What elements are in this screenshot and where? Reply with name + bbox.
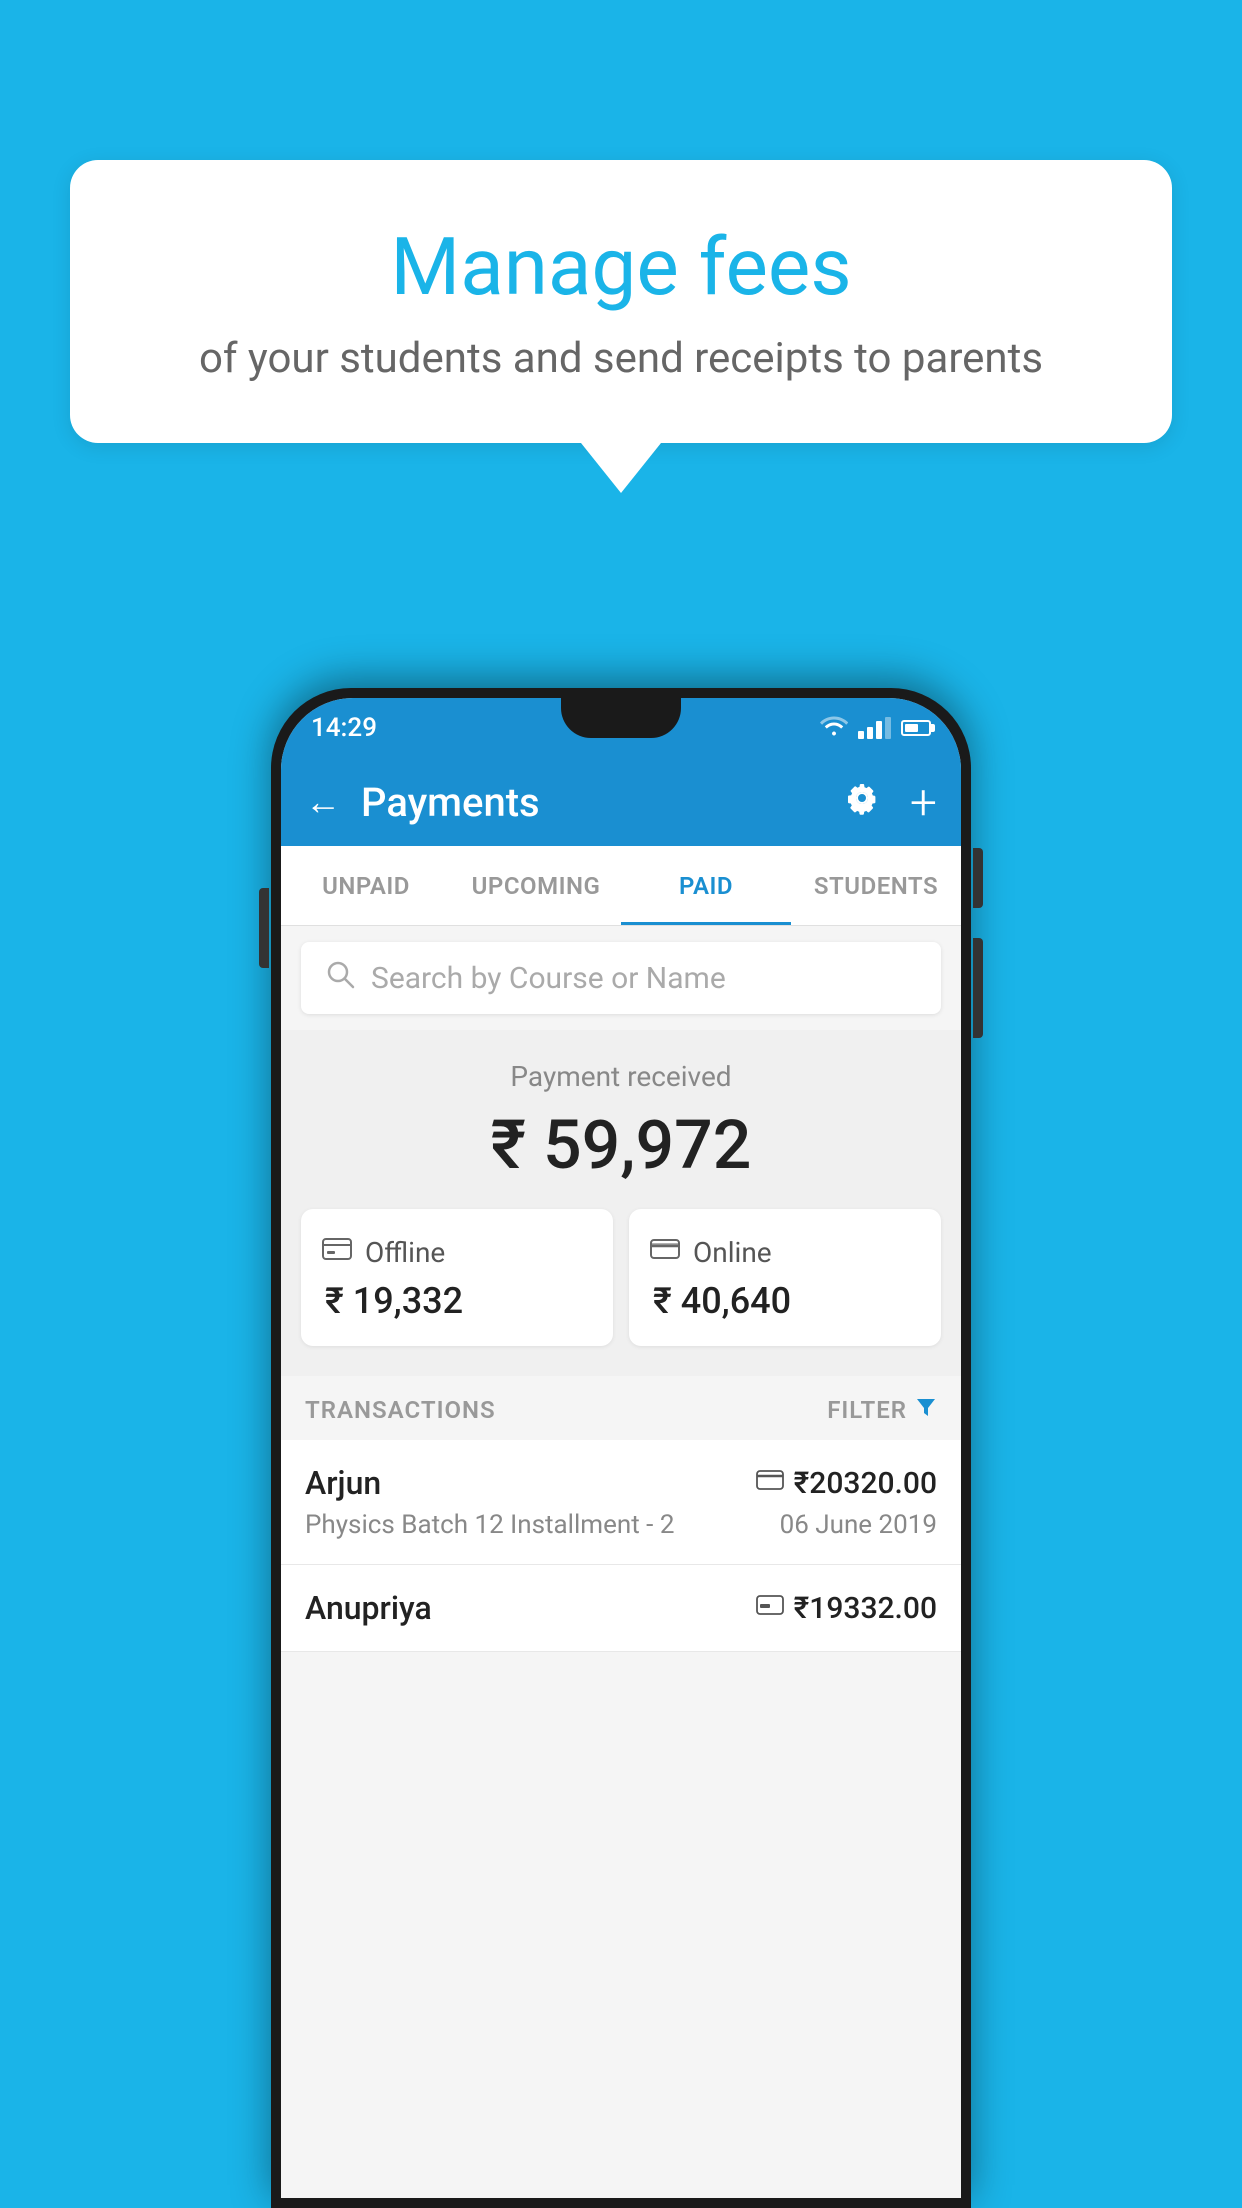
online-amount: ₹ 40,640 [649,1280,791,1322]
anupriya-main-row: Anupriya ₹19332.00 [305,1589,937,1627]
payment-summary: Payment received ₹ 59,972 Offline [281,1030,961,1376]
payment-received-label: Payment received [301,1060,941,1093]
search-icon [325,959,355,997]
tabs: UNPAID UPCOMING PAID STUDENTS [281,846,961,926]
arjun-sub-row: Physics Batch 12 Installment - 2 06 June… [305,1510,937,1540]
phone-screen: 14:29 [281,698,961,2198]
offline-amount: ₹ 19,332 [321,1280,463,1322]
tab-paid[interactable]: PAID [621,846,791,925]
arjun-amount-row: ₹20320.00 [756,1466,937,1501]
app-bar-actions: + [844,774,937,831]
arjun-main-row: Arjun ₹20320.00 [305,1464,937,1502]
offline-payment-card: Offline ₹ 19,332 [301,1209,613,1346]
side-button-right-2 [973,938,983,1038]
offline-card-header: Offline [321,1233,445,1272]
speech-bubble: Manage fees of your students and send re… [70,160,1172,443]
payment-total-amount: ₹ 59,972 [301,1105,941,1185]
transactions-header: TRANSACTIONS FILTER [281,1376,961,1440]
search-input[interactable]: Search by Course or Name [371,961,726,996]
app-bar: ← Payments + [281,758,961,846]
app-bar-title: Payments [361,779,844,826]
tab-upcoming[interactable]: UPCOMING [451,846,621,925]
anupriya-amount: ₹19332.00 [794,1591,937,1626]
wifi-icon [820,714,848,742]
anupriya-amount-row: ₹19332.00 [756,1591,937,1626]
online-payment-card: Online ₹ 40,640 [629,1209,941,1346]
payment-cards: Offline ₹ 19,332 Onlin [301,1209,941,1346]
signal-bars [858,717,891,739]
tab-unpaid[interactable]: UNPAID [281,846,451,925]
side-button-right-1 [973,848,983,908]
transactions-label: TRANSACTIONS [305,1396,496,1424]
transaction-item-arjun[interactable]: Arjun ₹20320.00 Physics Batch 12 Install… [281,1440,961,1565]
status-time: 14:29 [311,713,377,743]
tab-students[interactable]: STUDENTS [791,846,961,925]
status-bar-right [820,714,931,742]
online-card-header: Online [649,1233,772,1272]
filter-icon [915,1396,937,1424]
battery-icon [901,720,931,736]
offline-icon [321,1233,353,1272]
speech-bubble-arrow [581,443,661,493]
arjun-date: 06 June 2019 [780,1510,937,1540]
arjun-name: Arjun [305,1464,381,1502]
arjun-course: Physics Batch 12 Installment - 2 [305,1510,674,1540]
phone-frame: 14:29 [271,688,971,2208]
anupriya-name: Anupriya [305,1589,432,1627]
offline-label: Offline [365,1236,445,1269]
anupriya-payment-icon [756,1593,784,1623]
filter-button[interactable]: FILTER [827,1396,937,1424]
speech-bubble-subtitle: of your students and send receipts to pa… [130,334,1112,383]
settings-button[interactable] [844,780,880,824]
transaction-item-anupriya[interactable]: Anupriya ₹19332.00 [281,1565,961,1652]
arjun-payment-icon [756,1468,784,1498]
filter-label: FILTER [827,1396,907,1424]
arjun-amount: ₹20320.00 [794,1466,937,1501]
notch [561,698,681,738]
speech-bubble-title: Manage fees [130,220,1112,314]
add-button[interactable]: + [910,774,937,831]
speech-bubble-container: Manage fees of your students and send re… [70,160,1172,493]
search-bar[interactable]: Search by Course or Name [301,942,941,1014]
back-button[interactable]: ← [305,781,341,823]
online-label: Online [693,1236,772,1269]
online-icon [649,1233,681,1272]
side-button-left [259,888,269,968]
